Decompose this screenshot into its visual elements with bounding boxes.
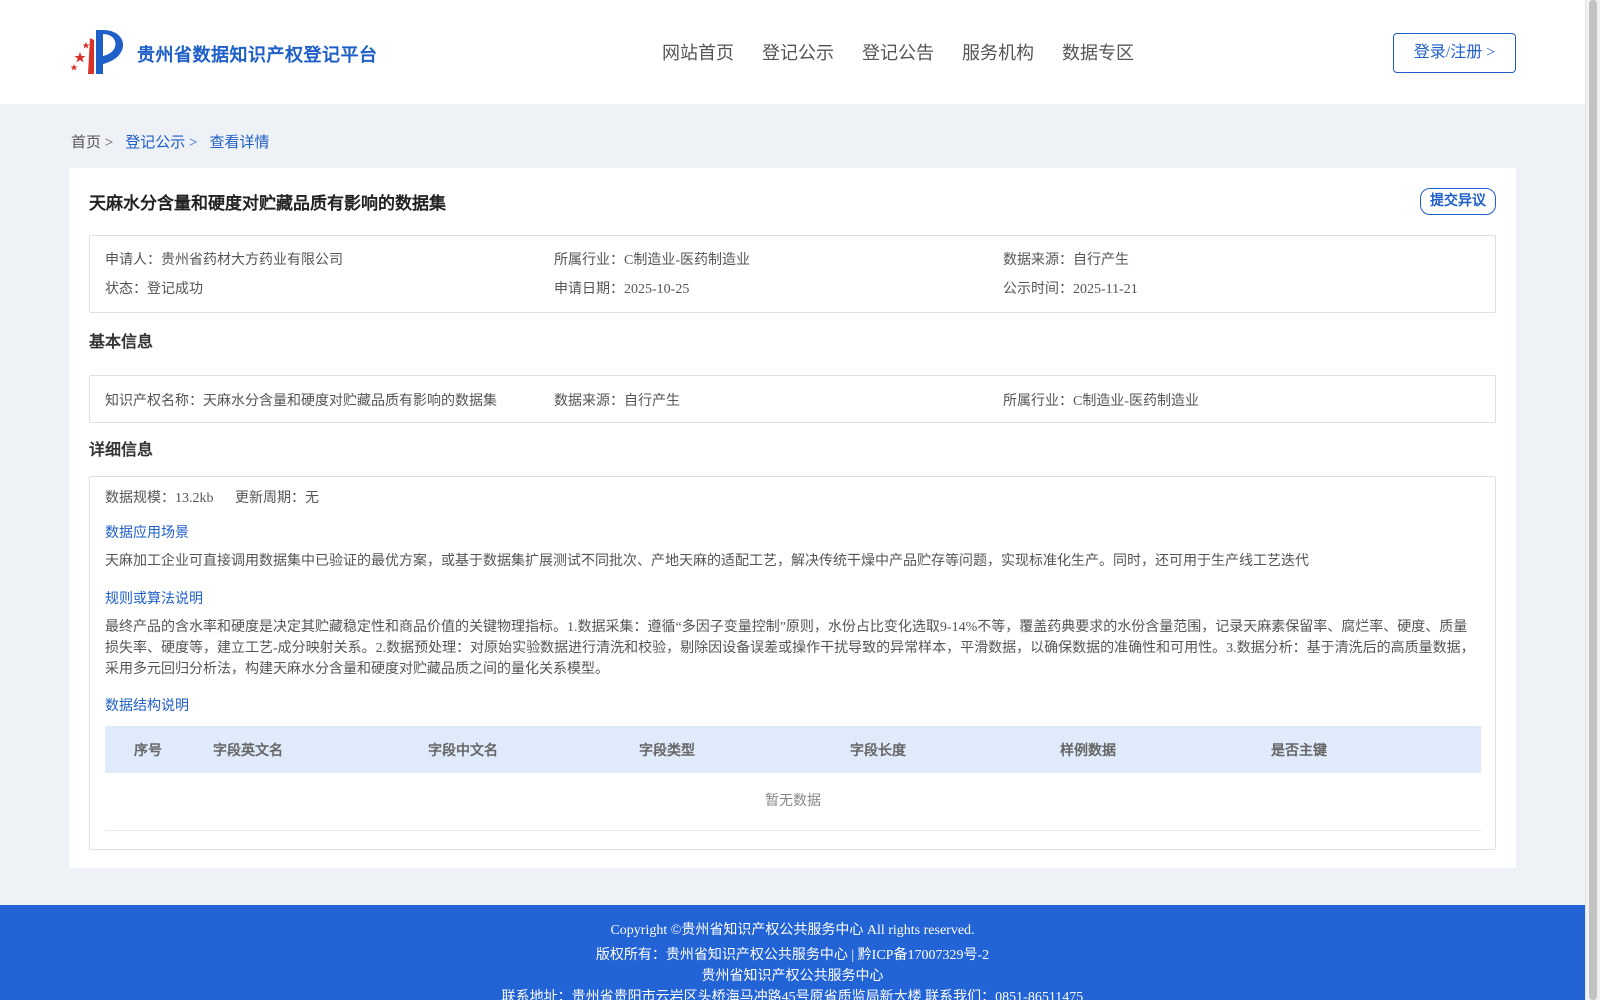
source-value: 自行产生 bbox=[1073, 253, 1129, 268]
table-empty-state: 暂无数据 bbox=[105, 773, 1481, 831]
page-scrollbar[interactable] bbox=[1585, 0, 1600, 1000]
breadcrumb-home[interactable]: 首页 > bbox=[71, 131, 113, 152]
scrollbar-thumb[interactable] bbox=[1589, 0, 1597, 1000]
status-label: 状态： bbox=[105, 282, 147, 297]
nav-item-data-zone[interactable]: 数据专区 bbox=[1062, 39, 1134, 65]
col-index: 序号 bbox=[134, 744, 162, 759]
col-field-chinese-name: 字段中文名 bbox=[428, 744, 498, 759]
algorithm-text: 最终产品的含水率和硬度是决定其贮藏稳定性和商品价值的关键物理指标。1.数据采集：… bbox=[105, 620, 1475, 677]
publish-date-field: 公示时间：2025-11-21 bbox=[1003, 278, 1138, 298]
login-register-button[interactable]: 登录/注册 > bbox=[1393, 33, 1516, 73]
main-nav: 网站首页 登记公示 登记公告 服务机构 数据专区 bbox=[662, 39, 1162, 65]
col-field-length: 字段长度 bbox=[850, 744, 906, 759]
industry-value: C制造业-医药制造业 bbox=[624, 253, 750, 268]
breadcrumb-registration-notice[interactable]: 登记公示 > bbox=[125, 131, 197, 152]
apply-date-field: 申请日期：2025-10-25 bbox=[554, 278, 689, 298]
basic-industry-value: C制造业-医药制造业 bbox=[1073, 394, 1199, 409]
basic-source-label: 数据来源： bbox=[554, 394, 624, 409]
col-field-type: 字段类型 bbox=[639, 744, 695, 759]
footer-copyright: Copyright ©贵州省知识产权公共服务中心 All rights rese… bbox=[610, 923, 975, 938]
status-field: 状态：登记成功 bbox=[105, 278, 203, 298]
nav-item-registration-notice[interactable]: 登记公示 bbox=[762, 39, 834, 65]
industry-label: 所属行业： bbox=[554, 253, 624, 268]
col-primary-key: 是否主键 bbox=[1271, 744, 1327, 759]
algorithm-heading: 规则或算法说明 bbox=[105, 592, 203, 607]
source-label: 数据来源： bbox=[1003, 253, 1073, 268]
source-field: 数据来源：自行产生 bbox=[1003, 249, 1129, 269]
footer-owner: 版权所有：贵州省知识产权公共服务中心 | 黔ICP备17007329号-2 bbox=[595, 948, 990, 963]
industry-field: 所属行业：C制造业-医药制造业 bbox=[554, 249, 750, 269]
applicant-field: 申请人：贵州省药材大方药业有限公司 bbox=[105, 249, 343, 269]
ip-name-label: 知识产权名称： bbox=[105, 394, 203, 409]
dataset-title: 天麻水分含量和硬度对贮藏品质有影响的数据集 bbox=[89, 194, 446, 213]
basic-info-box: 知识产权名称：天麻水分含量和硬度对贮藏品质有影响的数据集 数据来源：自行产生 所… bbox=[89, 375, 1496, 423]
data-structure-table: 序号 字段英文名 字段中文名 字段类型 字段长度 样例数据 是否主键 暂无数据 bbox=[105, 726, 1481, 831]
detail-info-heading: 详细信息 bbox=[89, 442, 154, 459]
submit-objection-button[interactable]: 提交异议 bbox=[1420, 188, 1496, 215]
breadcrumb: 首页 > 登记公示 > 查看详情 bbox=[71, 131, 281, 152]
scale-label: 数据规模： bbox=[105, 491, 175, 506]
cycle-label: 更新周期： bbox=[235, 491, 305, 506]
basic-source-value: 自行产生 bbox=[624, 394, 680, 409]
table-header-row: 序号 字段英文名 字段中文名 字段类型 字段长度 样例数据 是否主键 bbox=[105, 726, 1481, 773]
apply-date-label: 申请日期： bbox=[554, 282, 624, 297]
basic-info-heading: 基本信息 bbox=[89, 334, 154, 351]
nav-item-registration-announcement[interactable]: 登记公告 bbox=[862, 39, 934, 65]
ip-name-field: 知识产权名称：天麻水分含量和硬度对贮藏品质有影响的数据集 bbox=[105, 390, 497, 410]
footer-org: 贵州省知识产权公共服务中心 bbox=[701, 969, 884, 984]
basic-source-field: 数据来源：自行产生 bbox=[554, 390, 680, 410]
site-title[interactable]: 贵州省数据知识产权登记平台 bbox=[137, 41, 378, 67]
scale-cycle-line: 数据规模：13.2kb 更新周期：无 bbox=[105, 487, 319, 507]
summary-meta-box: 申请人：贵州省药材大方药业有限公司 所属行业：C制造业-医药制造业 数据来源：自… bbox=[89, 235, 1496, 313]
applicant-label: 申请人： bbox=[105, 253, 161, 268]
col-sample-data: 样例数据 bbox=[1060, 744, 1116, 759]
detail-card: 天麻水分含量和硬度对贮藏品质有影响的数据集 提交异议 申请人：贵州省药材大方药业… bbox=[69, 168, 1516, 868]
scenario-text: 天麻加工企业可直接调用数据集中已验证的最优方案，或基于数据集扩展测试不同批次、产… bbox=[105, 554, 1309, 569]
breadcrumb-view-details: 查看详情 bbox=[209, 135, 270, 151]
site-footer: Copyright ©贵州省知识产权公共服务中心 All rights rese… bbox=[0, 905, 1585, 1000]
nav-item-home[interactable]: 网站首页 bbox=[662, 39, 734, 65]
col-field-english-name: 字段英文名 bbox=[213, 744, 283, 759]
cycle-value: 无 bbox=[305, 491, 319, 506]
publish-date-value: 2025-11-21 bbox=[1073, 282, 1138, 297]
basic-industry-field: 所属行业：C制造业-医药制造业 bbox=[1003, 390, 1199, 410]
structure-heading: 数据结构说明 bbox=[105, 699, 189, 714]
publish-date-label: 公示时间： bbox=[1003, 282, 1073, 297]
applicant-value: 贵州省药材大方药业有限公司 bbox=[161, 253, 343, 268]
page: 贵州省数据知识产权登记平台 网站首页 登记公示 登记公告 服务机构 数据专区 登… bbox=[0, 0, 1585, 1000]
ip-name-value: 天麻水分含量和硬度对贮藏品质有影响的数据集 bbox=[203, 394, 497, 409]
platform-logo[interactable] bbox=[70, 26, 130, 76]
scenario-heading: 数据应用场景 bbox=[105, 526, 189, 541]
basic-industry-label: 所属行业： bbox=[1003, 394, 1073, 409]
nav-item-service-agencies[interactable]: 服务机构 bbox=[962, 39, 1034, 65]
site-header: 贵州省数据知识产权登记平台 网站首页 登记公示 登记公告 服务机构 数据专区 登… bbox=[0, 0, 1585, 104]
apply-date-value: 2025-10-25 bbox=[624, 282, 690, 297]
scale-value: 13.2kb bbox=[175, 491, 214, 506]
detail-info-box: 数据规模：13.2kb 更新周期：无 数据应用场景 天麻加工企业可直接调用数据集… bbox=[89, 476, 1496, 850]
status-value: 登记成功 bbox=[147, 282, 203, 297]
footer-address: 联系地址：贵州省贵阳市云岩区头桥海马冲路45号原省质监局新大楼 联系我们：085… bbox=[501, 990, 1084, 1000]
